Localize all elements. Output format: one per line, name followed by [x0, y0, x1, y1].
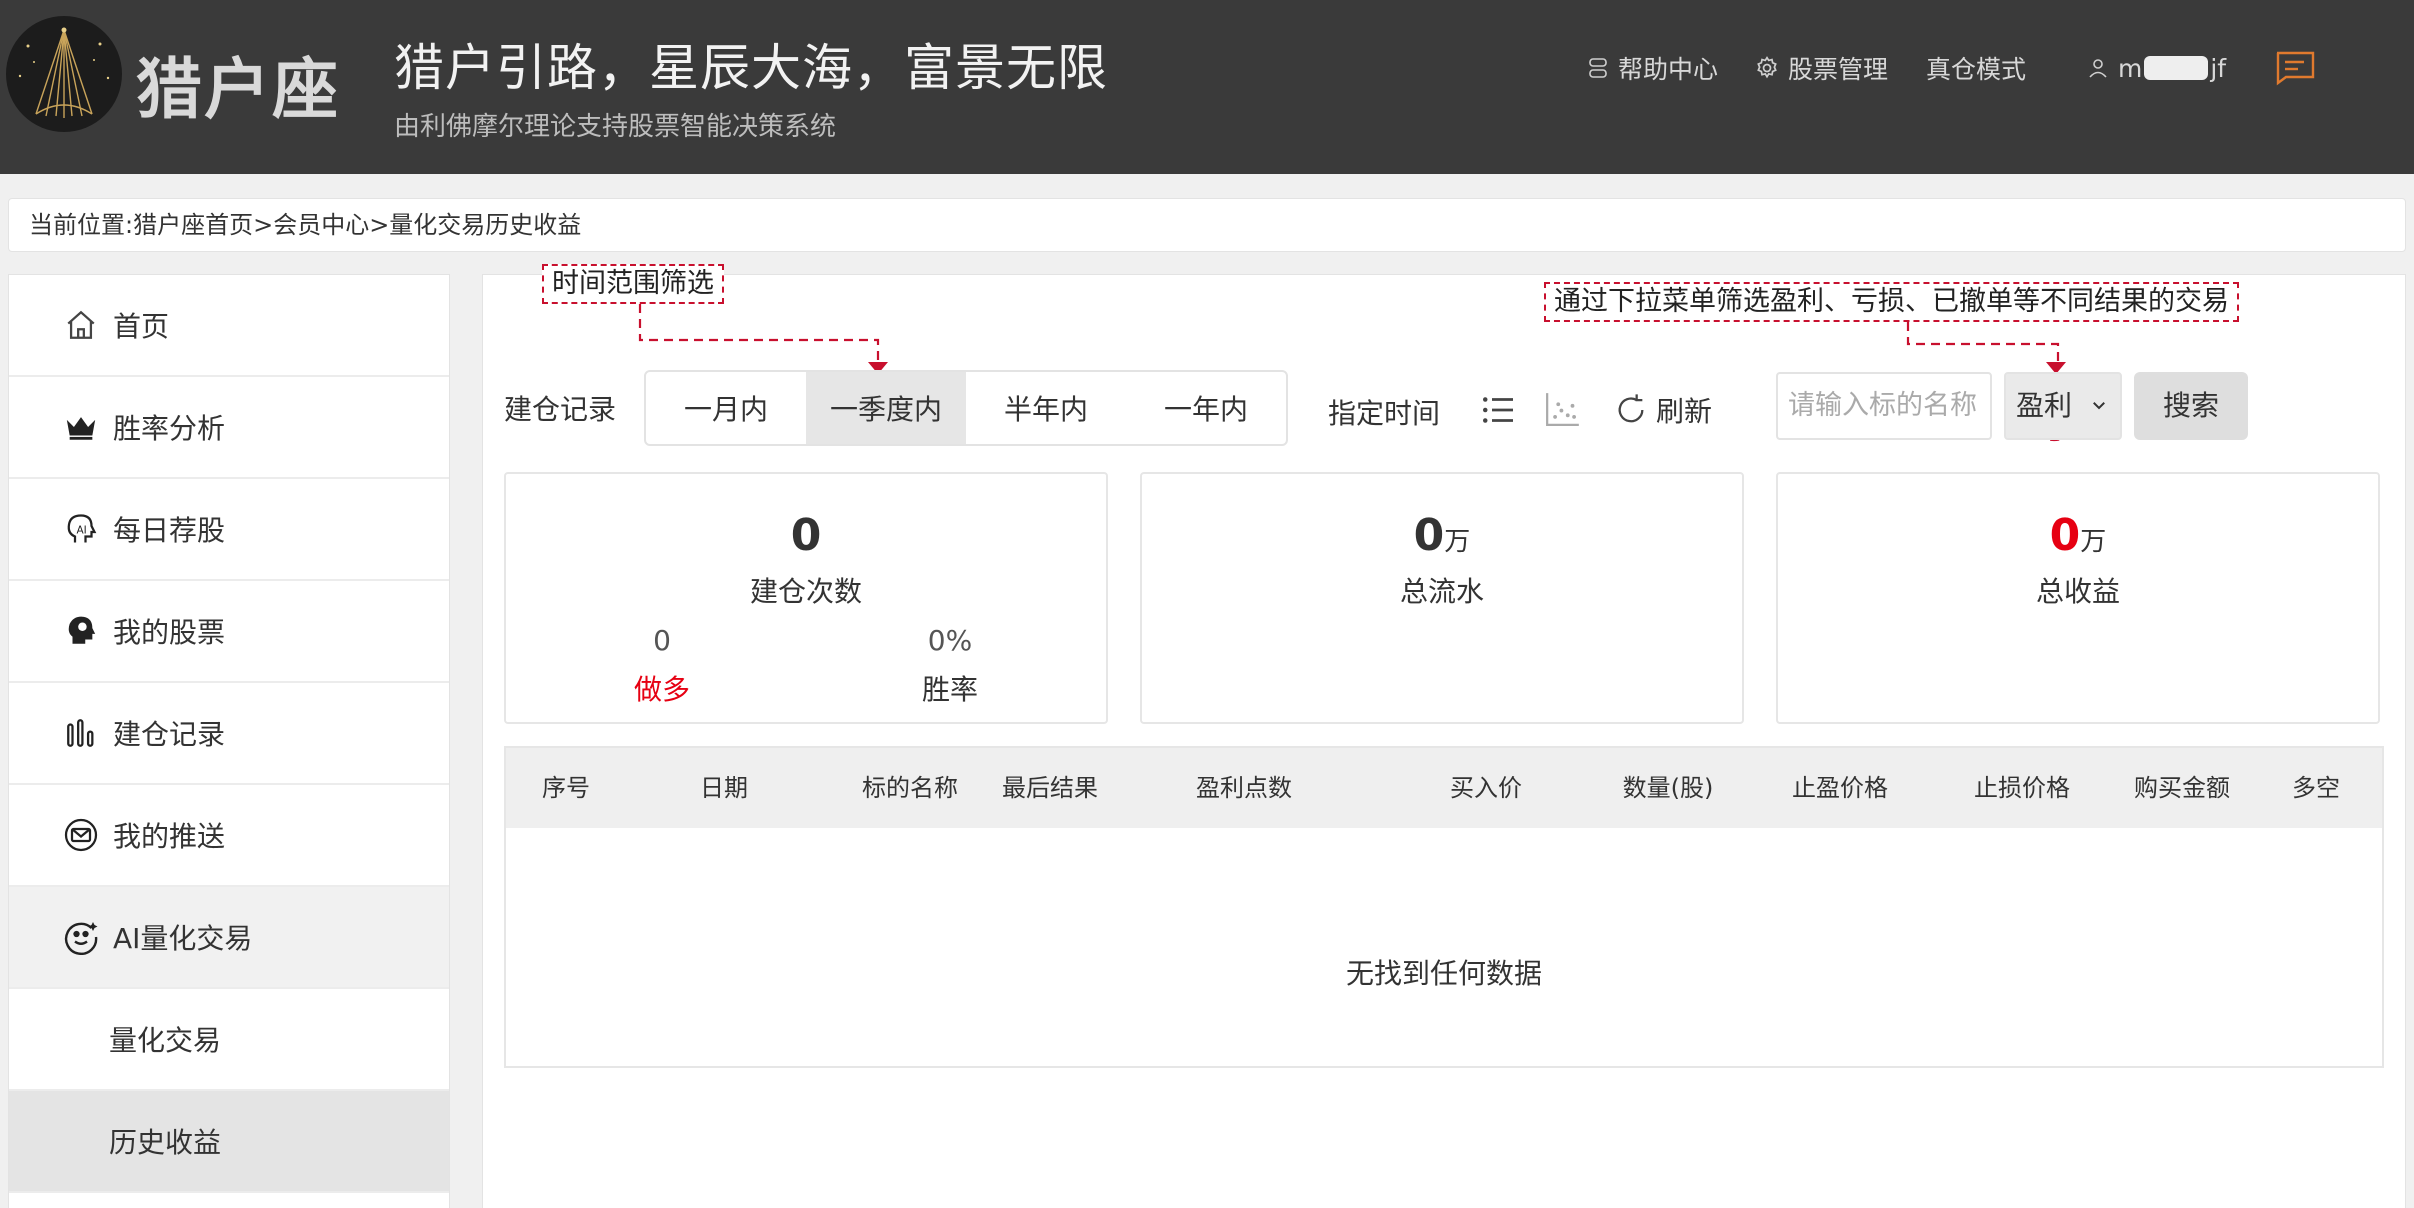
refresh-label: 刷新: [1656, 395, 1713, 428]
total-flow-unit: 万: [1444, 527, 1471, 557]
column-header-buy-price[interactable]: 买入价: [1386, 748, 1586, 828]
trade-history-table: 序号 日期 标的名称 最后结果 盈利点数 买入价 数量(股) 止盈价格 止损价格…: [504, 746, 2384, 1068]
stock-name-search-input[interactable]: 请输入标的名称: [1776, 372, 1992, 440]
column-header-stop-loss[interactable]: 止损价格: [1930, 748, 2114, 828]
column-header-quantity[interactable]: 数量(股): [1586, 748, 1750, 828]
result-filter-annotation: 通过下拉菜单筛选盈利、亏损、已撤单等不同结果的交易: [1544, 282, 2239, 322]
column-header-index[interactable]: 序号: [506, 748, 626, 828]
column-header-long-short[interactable]: 多空: [2250, 748, 2382, 828]
column-header-profit-points[interactable]: 盈利点数: [1102, 748, 1386, 828]
empty-state-text: 无找到任何数据: [1345, 957, 1542, 990]
column-header-stock-name[interactable]: 标的名称: [822, 748, 998, 828]
winrate-value: 0%: [927, 624, 973, 657]
position-count-label: 建仓次数: [749, 575, 862, 608]
winrate-label: 胜率: [921, 673, 978, 706]
time-filter-annotation: 时间范围筛选: [542, 264, 724, 304]
range-one-month[interactable]: 一月内: [646, 372, 806, 444]
scatter-view-icon[interactable]: [1544, 390, 1582, 428]
result-select-value: 盈利: [2016, 389, 2073, 422]
specify-time-button[interactable]: 指定时间: [1328, 392, 1440, 432]
records-label: 建仓记录: [504, 393, 617, 426]
total-profit-value: 0: [2049, 510, 2081, 561]
long-label: 做多: [633, 673, 690, 706]
total-profit-card: 0万 总收益: [1776, 472, 2380, 724]
result-select[interactable]: 盈利: [2004, 372, 2122, 440]
range-one-year[interactable]: 一年内: [1126, 372, 1286, 444]
refresh-button[interactable]: 刷新: [1614, 390, 1712, 430]
range-one-quarter[interactable]: 一季度内: [806, 372, 966, 444]
total-profit-unit: 万: [2080, 527, 2107, 557]
time-range-segment: 一月内 一季度内 半年内 一年内: [644, 370, 1288, 446]
long-count-value: 0: [653, 624, 671, 657]
column-header-take-profit[interactable]: 止盈价格: [1750, 748, 1930, 828]
table-header: 序号 日期 标的名称 最后结果 盈利点数 买入价 数量(股) 止盈价格 止损价格…: [506, 748, 2382, 828]
total-flow-value: 0: [1413, 510, 1445, 561]
position-count-card: 0 建仓次数 0 做多 0% 胜率: [504, 472, 1108, 724]
position-count-value: 0: [790, 510, 822, 561]
total-flow-label: 总流水: [1399, 575, 1484, 608]
column-header-purchase-amount[interactable]: 购买金额: [2114, 748, 2250, 828]
total-flow-card: 0万 总流水: [1140, 472, 1744, 724]
total-profit-label: 总收益: [2035, 575, 2120, 608]
refresh-icon: [1618, 394, 1644, 423]
range-half-year[interactable]: 半年内: [966, 372, 1126, 444]
column-header-final-result[interactable]: 最后结果: [998, 748, 1102, 828]
search-button[interactable]: 搜索: [2134, 372, 2248, 440]
column-header-date[interactable]: 日期: [626, 748, 822, 828]
list-view-icon[interactable]: [1480, 392, 1516, 428]
chevron-down-icon: [2093, 402, 2105, 410]
